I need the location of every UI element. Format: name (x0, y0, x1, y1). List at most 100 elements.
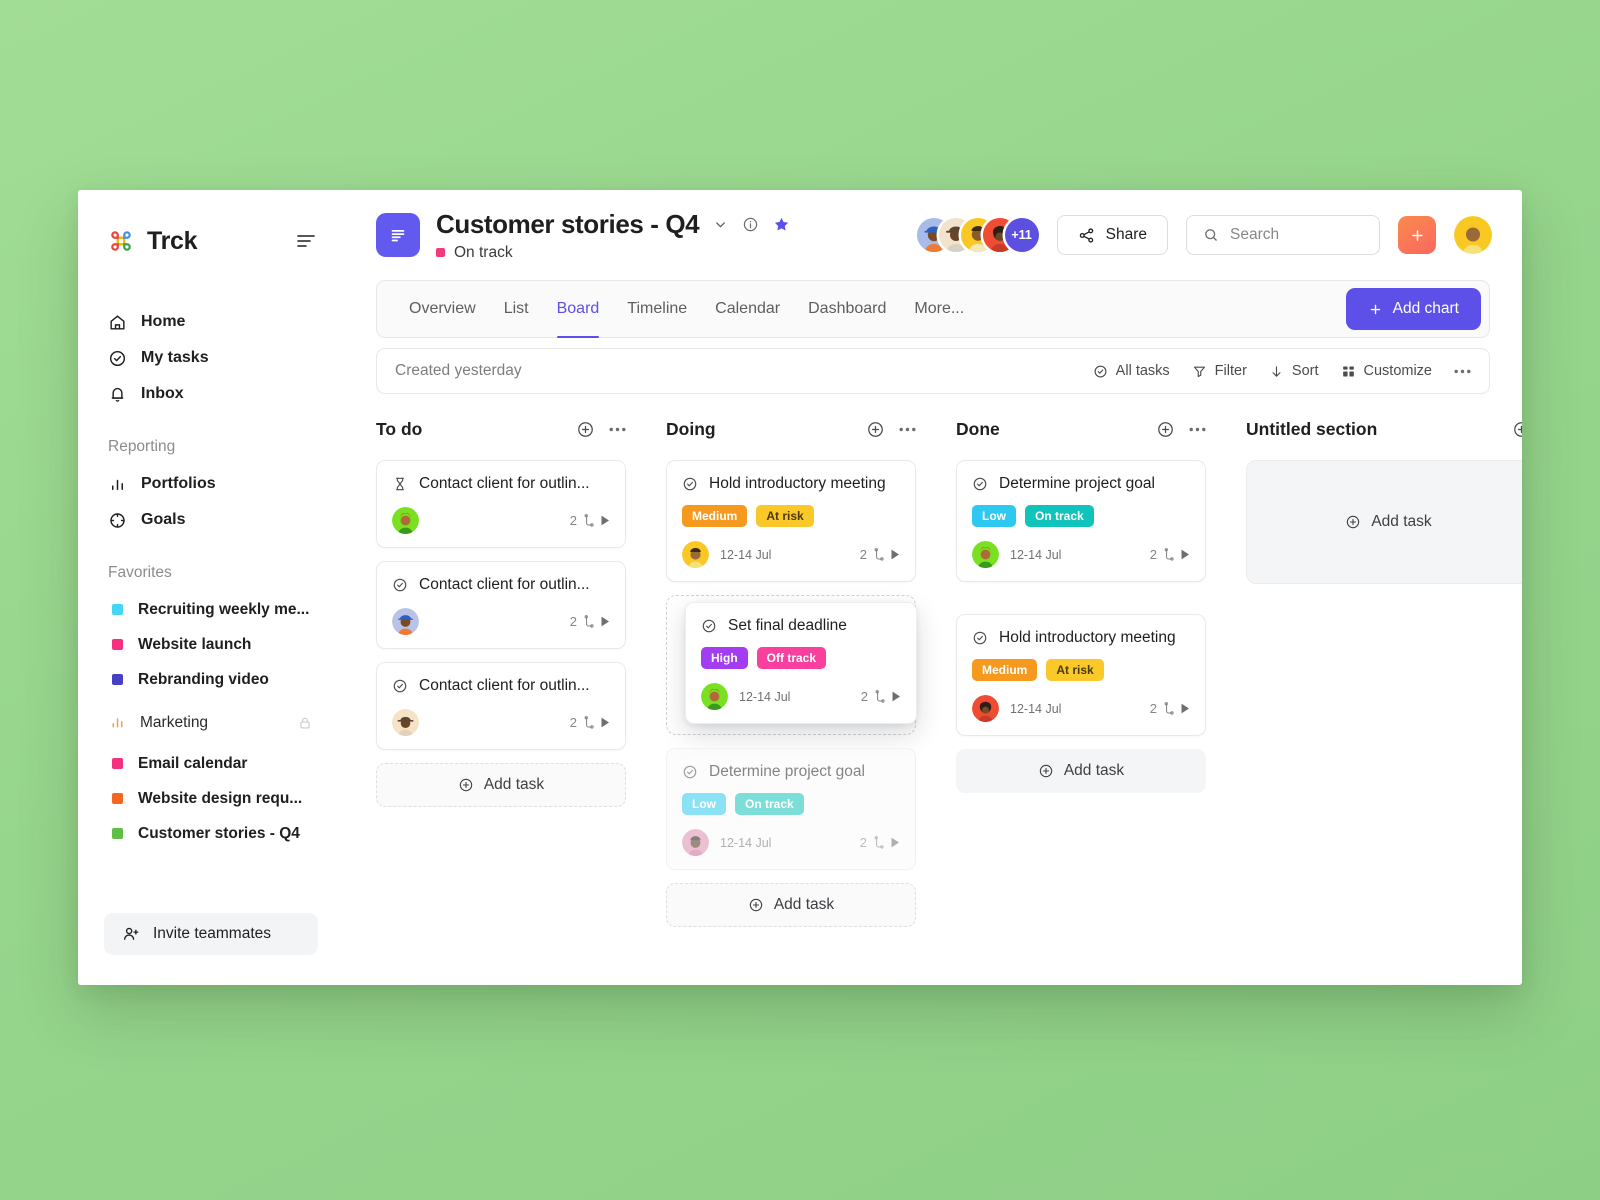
sidebar-item-portfolios[interactable]: Portfolios (78, 466, 344, 502)
plus-circle-icon[interactable] (1512, 420, 1522, 439)
sort-label: Sort (1291, 363, 1319, 379)
sidebar-item-inbox[interactable]: Inbox (78, 376, 344, 412)
all-tasks-button[interactable]: All tasks (1093, 363, 1170, 379)
arrow-down-icon (1269, 364, 1284, 379)
priority-tag[interactable]: Low (972, 505, 1016, 527)
color-square-icon (112, 793, 123, 804)
invite-teammates-button[interactable]: Invite teammates (104, 913, 318, 955)
ellipsis-icon[interactable] (899, 427, 916, 432)
tab-calendar[interactable]: Calendar (701, 281, 794, 337)
chevron-down-icon[interactable] (713, 217, 728, 232)
tab-dashboard[interactable]: Dashboard (794, 281, 900, 337)
ellipsis-icon[interactable] (609, 427, 626, 432)
add-task-button[interactable]: Add task (956, 749, 1206, 793)
card-date: 12-14 Jul (720, 835, 772, 850)
play-icon[interactable] (891, 549, 900, 560)
info-circle-icon[interactable] (742, 216, 759, 233)
status-tag[interactable]: On track (735, 793, 804, 815)
share-button[interactable]: Share (1056, 215, 1168, 255)
priority-tag[interactable]: Medium (682, 505, 748, 527)
sidebar-fav-rebranding-video[interactable]: Rebranding video (78, 662, 344, 697)
status-tag[interactable]: Off track (756, 647, 827, 669)
tab-list[interactable]: List (490, 281, 543, 337)
invite-wrapper: Invite teammates (78, 913, 344, 985)
status-tag[interactable]: On track (1025, 505, 1094, 527)
sidebar-item-my-tasks[interactable]: My tasks (78, 340, 344, 376)
member-avatar-stack[interactable]: +11 (916, 218, 1039, 252)
star-filled-icon[interactable] (773, 216, 790, 233)
tab-more[interactable]: More... (900, 281, 978, 337)
priority-tag[interactable]: Low (682, 793, 726, 815)
tab-overview[interactable]: Overview (395, 281, 490, 337)
task-card[interactable]: Contact client for outlin... 2 (376, 561, 626, 649)
status-tag[interactable]: At risk (756, 505, 814, 527)
search-input[interactable] (1230, 226, 1363, 244)
status-row[interactable]: On track (436, 244, 790, 262)
priority-tag[interactable]: High (701, 647, 748, 669)
play-icon[interactable] (892, 691, 901, 702)
search-box[interactable] (1186, 215, 1380, 255)
hamburger-icon[interactable] (296, 233, 316, 249)
filter-button[interactable]: Filter (1192, 363, 1247, 379)
board: To do Contact client for outlin... 2 Con… (344, 394, 1522, 985)
card-meta: 2 (860, 835, 900, 850)
board-toolbar: Created yesterday All tasks Filter Sort … (376, 348, 1490, 394)
status-tag[interactable]: At risk (1046, 659, 1104, 681)
add-chart-button[interactable]: Add chart (1345, 288, 1481, 330)
ellipsis-icon[interactable] (1189, 427, 1206, 432)
tab-timeline[interactable]: Timeline (613, 281, 701, 337)
sidebar-fav-website-launch[interactable]: Website launch (78, 627, 344, 662)
member-overflow-badge[interactable]: +11 (1004, 218, 1039, 252)
sidebar-fav-website-design-request[interactable]: Website design requ... (78, 781, 344, 816)
task-card[interactable]: Determine project goal Low On track 12-1… (956, 460, 1206, 582)
play-icon[interactable] (601, 515, 610, 526)
column-title: Done (956, 418, 1000, 439)
share-label: Share (1105, 226, 1147, 243)
brand-left[interactable]: Trck (108, 226, 198, 256)
card-title: Contact client for outlin... (419, 475, 590, 492)
empty-add-task-button[interactable]: Add task (1246, 460, 1522, 584)
sidebar-item-goals[interactable]: Goals (78, 502, 344, 538)
priority-tag[interactable]: Medium (972, 659, 1038, 681)
task-card[interactable]: Hold introductory meeting Medium At risk… (956, 614, 1206, 736)
board-list-icon[interactable] (376, 213, 420, 257)
sidebar-fav-label: Website launch (138, 635, 252, 653)
add-task-button[interactable]: Add task (376, 763, 626, 807)
brand-name: Trck (147, 226, 198, 255)
task-card[interactable]: Contact client for outlin... 2 (376, 662, 626, 750)
plus-circle-icon[interactable] (1156, 420, 1175, 439)
column-title: Doing (666, 418, 716, 439)
play-icon[interactable] (1181, 703, 1190, 714)
sidebar-item-home[interactable]: Home (78, 304, 344, 340)
card-title-row: Contact client for outlin... (392, 475, 610, 493)
user-avatar[interactable] (1454, 216, 1492, 254)
play-icon[interactable] (601, 717, 610, 728)
play-icon[interactable] (1181, 549, 1190, 560)
home-icon (108, 313, 127, 332)
plus-icon (1368, 302, 1383, 317)
tab-board[interactable]: Board (543, 281, 614, 338)
plus-circle-icon[interactable] (576, 420, 595, 439)
task-card[interactable]: Determine project goal Low On track 12-1… (666, 748, 916, 870)
sidebar-fav-recruiting-weekly[interactable]: Recruiting weekly me... (78, 592, 344, 627)
plus-circle-icon[interactable] (866, 420, 885, 439)
sidebar-fav-customer-stories-q4[interactable]: Customer stories - Q4 (78, 816, 344, 851)
sidebar-fav-marketing[interactable]: Marketing (78, 705, 344, 740)
add-chart-label: Add chart (1392, 300, 1459, 317)
play-icon[interactable] (891, 837, 900, 848)
lock-icon (298, 715, 312, 731)
column-actions (1512, 420, 1522, 439)
task-card[interactable]: Contact client for outlin... 2 (376, 460, 626, 548)
sidebar-fav-email-calendar[interactable]: Email calendar (78, 746, 344, 781)
add-task-button[interactable]: Add task (666, 883, 916, 927)
card-meta: 2 (861, 689, 901, 704)
task-card-dragging[interactable]: Set final deadline High Off track 12-14 … (685, 602, 917, 724)
bar-chart-icon (108, 475, 127, 494)
sort-button[interactable]: Sort (1269, 363, 1319, 379)
customize-button[interactable]: Customize (1341, 363, 1432, 379)
share-icon (1078, 227, 1095, 244)
add-button[interactable] (1398, 216, 1436, 254)
play-icon[interactable] (601, 616, 610, 627)
toolbar-overflow-button[interactable] (1454, 369, 1471, 374)
task-card[interactable]: Hold introductory meeting Medium At risk… (666, 460, 916, 582)
